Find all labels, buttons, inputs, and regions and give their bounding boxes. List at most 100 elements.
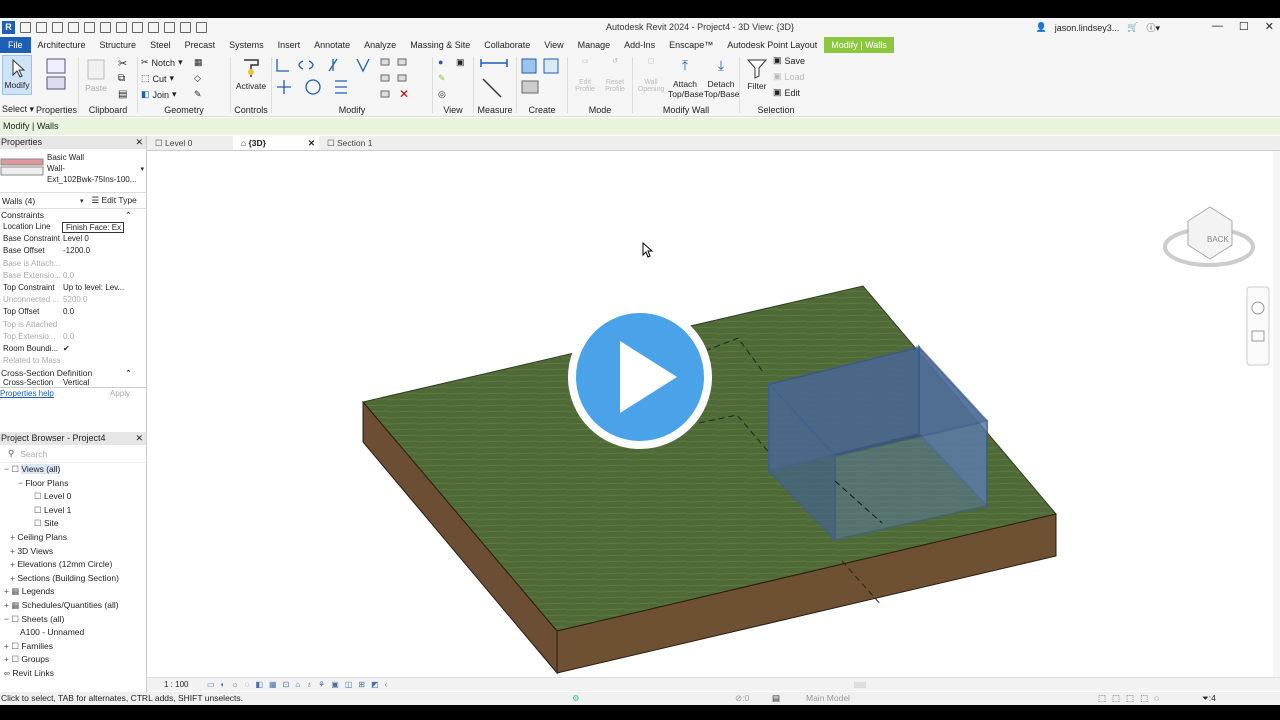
user-name[interactable]: jason.lindsey3... xyxy=(1055,23,1120,33)
property-row[interactable]: Unconnected ... 5200.0 xyxy=(0,294,146,306)
tab-collaborate[interactable]: Collaborate xyxy=(477,37,537,53)
override-icon[interactable]: ✎ xyxy=(438,73,446,84)
property-row[interactable]: Base Constraint Level 0 xyxy=(0,233,146,245)
tab-steel[interactable]: Steel xyxy=(143,37,178,53)
apply-button[interactable]: Apply xyxy=(110,388,146,399)
close-hidden-icon[interactable] xyxy=(196,22,207,33)
cut-geometry-button[interactable]: ⬚ Cut ▾ xyxy=(141,73,174,84)
drawing-canvas[interactable]: BACK xyxy=(147,151,1273,677)
edit-profile-button[interactable]: ▭ Edit Profile xyxy=(571,57,599,93)
join-button[interactable]: ◧ Join ▾ xyxy=(141,89,177,100)
property-value[interactable]: ✔ xyxy=(60,343,146,355)
filter-button[interactable]: Filter xyxy=(743,57,771,91)
property-row[interactable]: Top Offset 0.0 xyxy=(0,306,146,318)
property-row[interactable]: Location Line Finish Face: Ex xyxy=(0,221,146,233)
view-tab[interactable]: ☐ Section 1 xyxy=(319,136,405,150)
activate-button[interactable]: Activate xyxy=(234,57,268,91)
property-row[interactable]: Cross-Section Vertical xyxy=(0,379,146,387)
filter-count-icon[interactable]: ⏷:4 xyxy=(1202,692,1216,705)
tab-add-ins[interactable]: Add-Ins xyxy=(617,37,662,53)
browser-item[interactable]: + ☐ Groups xyxy=(0,653,146,667)
cart-icon[interactable]: 🛒 xyxy=(1127,22,1138,33)
property-value[interactable]: Finish Face: Ex xyxy=(62,221,124,233)
view-scale[interactable]: 1 : 100 xyxy=(164,678,188,692)
modify-button[interactable]: Modify xyxy=(2,55,32,95)
browser-item[interactable]: A100 - Unnamed xyxy=(0,626,146,640)
close-properties-icon[interactable]: ✕ xyxy=(135,136,143,149)
browser-item[interactable]: ☐ Site xyxy=(0,517,146,531)
tab-annotate[interactable]: Annotate xyxy=(307,37,357,53)
worksharing-icon[interactable]: ⚙ xyxy=(572,692,580,705)
search-input[interactable]: Search xyxy=(20,449,47,459)
select-label[interactable]: Select ▾ xyxy=(2,104,35,115)
tab-structure[interactable]: Structure xyxy=(93,37,144,53)
selection-toggle-icons[interactable]: ⬚⬚⬚⬚◌ xyxy=(1098,692,1165,705)
property-row[interactable]: Top Extensio... 0.0 xyxy=(0,331,146,343)
property-row[interactable]: Base Offset -1200.0 xyxy=(0,245,146,257)
vertical-scrollbar[interactable] xyxy=(1273,151,1280,691)
browser-item[interactable]: + Elevations (12mm Circle) xyxy=(0,558,146,572)
default-3d-icon[interactable] xyxy=(180,22,191,33)
save-selection-button[interactable]: ▣ Save xyxy=(773,55,805,66)
save-icon[interactable] xyxy=(52,22,63,33)
property-row[interactable]: Top is Attached xyxy=(0,319,146,331)
tab-modify-walls[interactable]: Modify | Walls xyxy=(824,37,894,53)
close-icon[interactable]: ✕ xyxy=(1265,20,1274,33)
property-value[interactable]: 0.0 xyxy=(60,306,146,318)
property-row[interactable]: Related to Mass xyxy=(0,355,146,367)
split-face-icon[interactable]: ◇ xyxy=(194,73,201,84)
browser-item[interactable]: − ☐ Sheets (all) xyxy=(0,613,146,627)
property-value[interactable]: Level 0 xyxy=(60,233,146,245)
browser-item[interactable]: ☐ Level 0 xyxy=(0,490,146,504)
view-settings-icon[interactable]: ▣ xyxy=(456,57,465,68)
tab-architecture[interactable]: Architecture xyxy=(31,37,93,53)
property-row[interactable]: Base is Attach... xyxy=(0,258,146,270)
tab-enscape[interactable]: Enscape™ xyxy=(662,37,720,53)
browser-item[interactable]: − ☐ Views (all) xyxy=(0,463,146,477)
view-tab[interactable]: ⌂ {3D} ✕ xyxy=(233,136,319,150)
property-row[interactable]: Room Boundi... ✔ xyxy=(0,343,146,355)
detach-top-base-button[interactable]: ⤓ Detach Top/Base xyxy=(704,57,739,99)
tab-analyze[interactable]: Analyze xyxy=(357,37,403,53)
tab-view[interactable]: View xyxy=(537,37,570,53)
close-browser-icon[interactable]: ✕ xyxy=(135,432,143,445)
type-dropdown-icon[interactable]: ▾ xyxy=(140,165,144,173)
close-tab-icon[interactable]: ✕ xyxy=(308,136,315,151)
browser-search[interactable]: ⚲ Search xyxy=(0,445,146,463)
minimize-icon[interactable]: — xyxy=(1212,20,1223,33)
browser-item[interactable]: + ▦ Legends xyxy=(0,585,146,599)
redo-icon[interactable] xyxy=(100,22,111,33)
property-row[interactable]: Top Constraint Up to level: Lev... xyxy=(0,282,146,294)
browser-item[interactable]: + ☐ Families xyxy=(0,640,146,654)
tab-manage[interactable]: Manage xyxy=(571,37,618,53)
load-selection-button[interactable]: ▣ Load xyxy=(773,71,805,82)
browser-item[interactable]: ☐ Level 1 xyxy=(0,504,146,518)
property-value[interactable]: 5200.0 xyxy=(60,294,146,306)
wall-opening-button[interactable]: ▢ Wall Opening xyxy=(636,57,666,93)
browser-item[interactable]: ∞ Revit Links xyxy=(0,667,146,681)
measure-icon[interactable] xyxy=(132,22,143,33)
sync-icon[interactable] xyxy=(68,22,79,33)
browser-item[interactable]: + 3D Views xyxy=(0,545,146,559)
hide-category-icon[interactable]: ◎ xyxy=(438,89,446,100)
copy-icon[interactable]: ⧉ xyxy=(118,73,125,84)
hide-icon[interactable]: ● xyxy=(438,57,443,67)
reset-profile-button[interactable]: ↺ Reset Profile xyxy=(601,57,629,93)
paste-button[interactable]: Paste xyxy=(84,57,108,93)
property-value[interactable]: Up to level: Lev... xyxy=(60,282,146,294)
browser-item[interactable]: + ▦ Schedules/Quantities (all) xyxy=(0,599,146,613)
cross-section-group[interactable]: Cross-Section Definition ⌃ xyxy=(0,367,146,379)
tab-autodesk-point-layout[interactable]: Autodesk Point Layout xyxy=(720,37,824,53)
browser-item[interactable]: − Floor Plans xyxy=(0,477,146,491)
browser-item[interactable]: + Sections (Building Section) xyxy=(0,572,146,586)
instance-selector[interactable]: Walls (4) xyxy=(0,196,80,206)
tab-systems[interactable]: Systems xyxy=(222,37,271,53)
properties-help-link[interactable]: Properties help xyxy=(0,388,54,399)
design-options-icon[interactable]: ⊘:0 xyxy=(735,692,749,705)
tab-massing-site[interactable]: Massing & Site xyxy=(403,37,477,53)
type-selector[interactable]: Basic Wall Wall- Ext_102Bwk-75Ins-100...… xyxy=(0,149,146,193)
active-model[interactable]: Main Model xyxy=(806,692,850,705)
properties-button[interactable] xyxy=(44,57,68,91)
view-tab[interactable]: ☐ Level 0 xyxy=(147,136,233,150)
property-value[interactable]: 0.0 xyxy=(60,270,146,282)
